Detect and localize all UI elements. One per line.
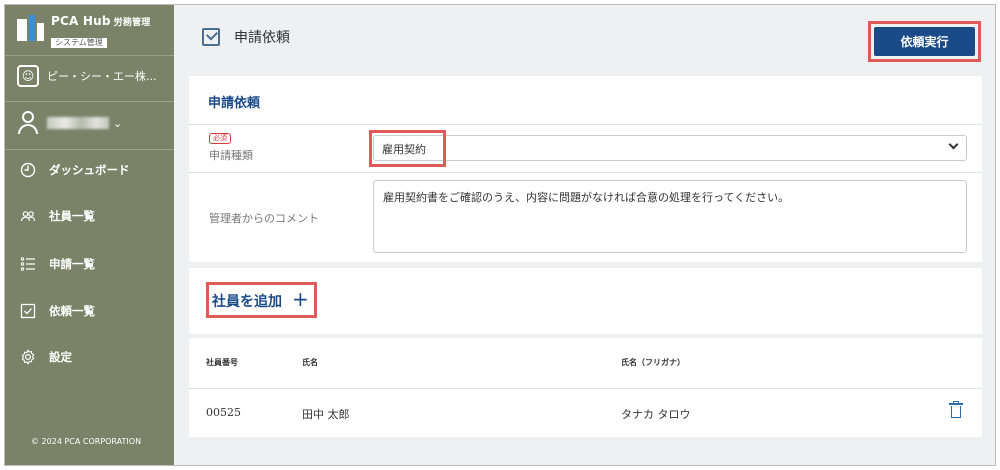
logo-title: PCA Hub	[51, 14, 111, 28]
column-header-name-kana: 氏名（フリガナ）	[621, 357, 685, 367]
logo-subtitle: 労務管理	[113, 18, 151, 28]
add-employee-panel: 社員を追加 +	[189, 268, 982, 334]
chevron-down-icon: ⌄	[113, 116, 123, 130]
checkbox-icon	[202, 28, 220, 46]
sidebar-item-label: 社員一覧	[49, 209, 95, 223]
sidebar-item-label: 依頼一覧	[49, 304, 95, 318]
logo-badge: システム管理	[51, 38, 107, 48]
divider	[189, 172, 982, 173]
sidebar-divider	[5, 55, 174, 56]
column-header-name: 氏名	[302, 357, 318, 367]
sidebar-item-label: 設定	[49, 350, 72, 364]
company-selector[interactable]: ☺ ピー・シー・エー株...	[17, 65, 167, 87]
copyright: © 2024 PCA CORPORATION	[31, 437, 142, 446]
logo[interactable]: PCA Hub 労務管理 システム管理	[17, 14, 150, 48]
request-form-panel: 申請依頼 必須 申請種類 雇用契約 管理者からのコメント 雇用契約書をご確認のう…	[189, 76, 982, 262]
company-icon: ☺	[17, 65, 39, 87]
list-icon	[19, 255, 37, 273]
add-employee-button[interactable]	[206, 282, 317, 318]
company-name: ピー・シー・エー株...	[47, 70, 157, 83]
user-icon	[17, 111, 39, 135]
admin-comment-label: 管理者からのコメント	[209, 212, 319, 225]
people-icon	[19, 207, 37, 225]
execute-request-button[interactable]: 依頼実行	[874, 27, 975, 56]
request-type-select[interactable]: 雇用契約	[373, 135, 967, 161]
chevron-down-icon	[948, 139, 959, 150]
page-title: 申請依頼	[202, 27, 290, 47]
employee-kana-cell: タナカ タロウ	[621, 408, 691, 421]
sidebar-item-label: 申請一覧	[49, 257, 95, 271]
app-window: PCA Hub 労務管理 システム管理 ☺ ピー・シー・エー株... ⌄ ダッシュ…	[4, 4, 996, 466]
section-title: 申請依頼	[208, 96, 261, 111]
column-header-employee-id: 社員番号	[206, 357, 238, 367]
admin-comment-textarea[interactable]: 雇用契約書をご確認のうえ、内容に問題がなければ合意の処理を行ってください。	[373, 180, 967, 253]
trash-icon[interactable]	[949, 401, 963, 418]
divider	[189, 124, 982, 125]
divider	[189, 388, 982, 389]
gear-icon	[19, 348, 37, 366]
employee-id-cell: 00525	[206, 406, 241, 419]
user-menu[interactable]: ⌄	[17, 111, 122, 135]
pca-hub-logo-icon	[17, 15, 45, 43]
highlight-frame	[369, 130, 446, 167]
sidebar: PCA Hub 労務管理 システム管理 ☺ ピー・シー・エー株... ⌄ ダッシュ…	[5, 5, 174, 465]
page-title-text: 申請依頼	[234, 30, 290, 46]
sidebar-item-employees[interactable]: 社員一覧	[19, 207, 95, 225]
main-content: 申請依頼 依頼実行 申請依頼 必須 申請種類 雇用契約 管理者からのコメント 雇…	[174, 5, 995, 465]
checkbox-icon	[19, 302, 37, 320]
sidebar-item-applications[interactable]: 申請一覧	[19, 255, 95, 273]
sidebar-divider	[5, 101, 174, 102]
request-type-label: 申請種類	[209, 149, 253, 162]
required-badge: 必須	[209, 133, 231, 144]
sidebar-item-label: ダッシュボード	[49, 163, 130, 177]
sidebar-divider	[5, 149, 174, 150]
clock-icon	[19, 161, 37, 179]
highlight-frame: 依頼実行	[868, 21, 981, 62]
employee-table: 社員番号 氏名 氏名（フリガナ） 00525 田中 太郎 タナカ タロウ	[189, 338, 982, 437]
employee-name-cell: 田中 太郎	[302, 408, 350, 421]
sidebar-item-dashboard[interactable]: ダッシュボード	[19, 161, 130, 179]
sidebar-item-settings[interactable]: 設定	[19, 348, 72, 366]
sidebar-item-requests[interactable]: 依頼一覧	[19, 302, 95, 320]
user-name-redacted	[47, 117, 109, 129]
